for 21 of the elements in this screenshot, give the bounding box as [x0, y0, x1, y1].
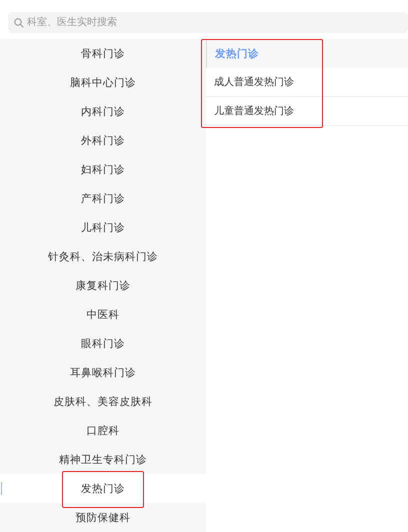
department-item[interactable]: 中医科: [0, 300, 206, 329]
department-item[interactable]: 精神卫生专科门诊: [0, 445, 206, 474]
department-item[interactable]: 妇科门诊: [0, 155, 206, 184]
clinic-item[interactable]: 成人普通发热门诊: [206, 68, 408, 97]
panel-header: 发热门诊: [206, 39, 408, 68]
department-item[interactable]: 外科门诊: [0, 126, 206, 155]
department-item[interactable]: 康复科门诊: [0, 271, 206, 300]
department-item[interactable]: 口腔科: [0, 416, 206, 445]
department-item[interactable]: 脑科中心门诊: [0, 68, 206, 97]
search-field[interactable]: 科室、医生实时搜索: [8, 12, 408, 33]
department-item[interactable]: 产科门诊: [0, 184, 206, 213]
department-item[interactable]: 骨科门诊: [0, 39, 206, 68]
department-item[interactable]: 儿科门诊: [0, 213, 206, 242]
department-item[interactable]: 发热门诊: [0, 474, 206, 503]
department-item[interactable]: 眼科门诊: [0, 329, 206, 358]
department-item[interactable]: 耳鼻喉科门诊: [0, 358, 206, 387]
department-item[interactable]: 皮肤科、美容皮肤科: [0, 387, 206, 416]
department-item[interactable]: 预防保健科: [0, 503, 206, 532]
department-item[interactable]: 针灸科、治未病科门诊: [0, 242, 206, 271]
clinic-item[interactable]: 儿童普通发热门诊: [206, 97, 408, 126]
department-item[interactable]: 内科门诊: [0, 97, 206, 126]
